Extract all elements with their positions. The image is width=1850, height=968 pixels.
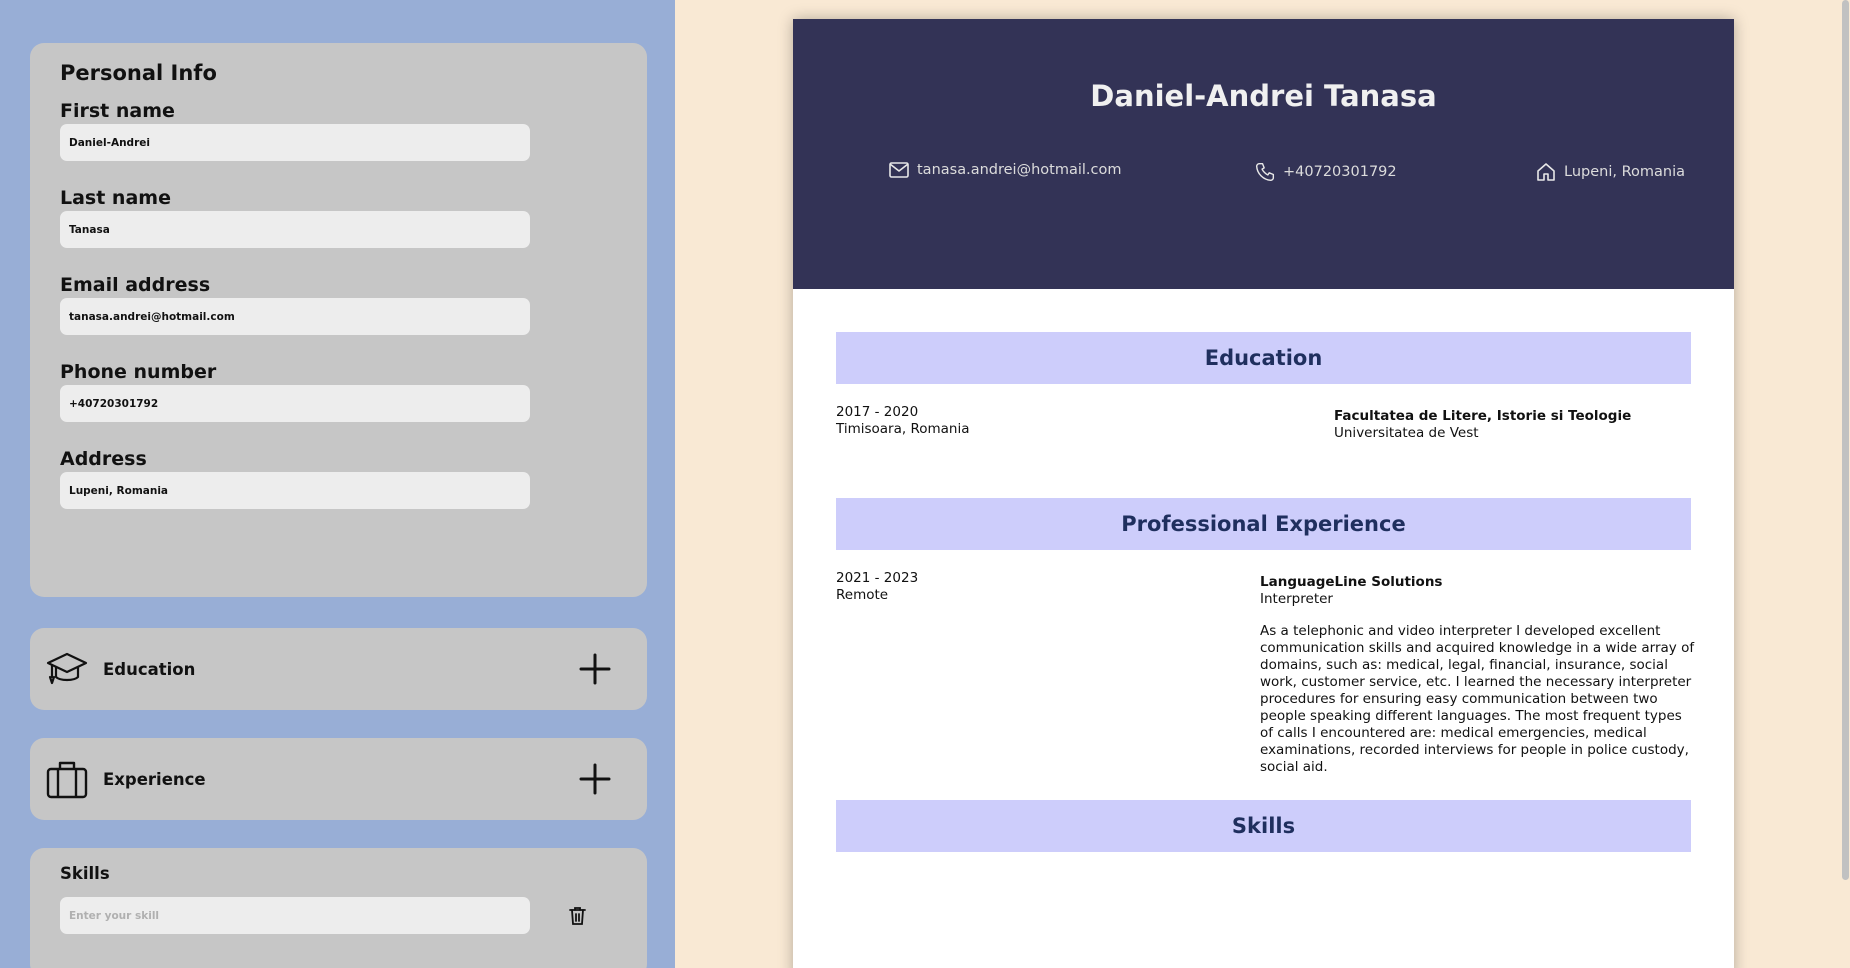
email-label: Email address [60,274,211,296]
resume-name: Daniel-Andrei Tanasa [1090,79,1437,113]
experience-heading: Professional Experience [836,498,1691,550]
resume-preview-area: Daniel-Andrei Tanasa tanasa.andrei@hotma… [675,0,1850,968]
address-label: Address [60,448,147,470]
personal-info-card: Personal Info First name Last name Email… [30,43,647,597]
education-heading: Education [836,332,1691,384]
contact-email-text: tanasa.andrei@hotmail.com [917,162,1122,178]
last-name-label: Last name [60,187,171,209]
trash-icon [568,906,586,925]
phone-label: Phone number [60,361,217,383]
last-name-group: Last name [60,187,617,248]
address-input[interactable] [60,472,530,509]
first-name-group: First name [60,100,617,161]
education-section-card[interactable]: Education [30,628,647,710]
contact-row: tanasa.andrei@hotmail.com +40720301792 L… [793,162,1734,192]
experience-description: As a telephonic and video interpreter I … [1260,623,1695,775]
contact-phone-text: +40720301792 [1283,164,1397,180]
graduation-cap-icon [45,647,89,691]
experience-position: Interpreter [1260,591,1333,607]
email-group: Email address [60,274,617,335]
experience-entry-right: LanguageLine Solutions Interpreter As a … [1260,574,1696,776]
app: Personal Info First name Last name Email… [0,0,1850,968]
contact-phone: +40720301792 [1255,162,1397,182]
email-input[interactable] [60,298,530,335]
experience-entry: 2021 - 2023 Remote LanguageLine Solution… [836,550,1694,800]
phone-input[interactable] [60,385,530,422]
delete-skill-button[interactable] [566,905,588,927]
add-experience-button[interactable] [573,757,617,801]
scrollbar-thumb[interactable] [1842,0,1849,880]
contact-email: tanasa.andrei@hotmail.com [889,162,1121,178]
resume-page: Daniel-Andrei Tanasa tanasa.andrei@hotma… [793,19,1734,968]
last-name-input[interactable] [60,211,530,248]
plus-icon [579,763,611,795]
education-entry-right: Facultatea de Litere, Istorie si Teologi… [1334,408,1631,442]
resume-header: Daniel-Andrei Tanasa tanasa.andrei@hotma… [793,19,1734,289]
education-university: Universitatea de Vest [1334,425,1479,441]
first-name-input[interactable] [60,124,530,161]
education-section-label: Education [103,659,196,679]
resume-body: Education 2017 - 2020 Timisoara, Romania… [793,289,1734,852]
add-education-button[interactable] [573,647,617,691]
phone-group: Phone number [60,361,617,422]
experience-years: 2021 - 2023 [836,570,919,586]
personal-info-title: Personal Info [60,61,217,85]
skills-heading: Skills [836,800,1691,852]
experience-entry-left: 2021 - 2023 Remote [836,570,918,604]
experience-section-card[interactable]: Experience [30,738,647,820]
education-entry-left: 2017 - 2020 Timisoara, Romania [836,404,970,438]
experience-location: Remote [836,587,889,603]
briefcase-icon [45,757,89,801]
skill-row [60,897,617,934]
phone-icon [1255,162,1275,182]
skills-card: Skills [30,848,647,968]
education-faculty: Facultatea de Litere, Istorie si Teologi… [1334,408,1632,424]
contact-address: Lupeni, Romania [1536,162,1685,182]
education-years: 2017 - 2020 [836,404,919,420]
experience-company: LanguageLine Solutions [1260,574,1443,590]
experience-section-label: Experience [103,769,206,789]
mail-icon [889,162,909,178]
editor-panel: Personal Info First name Last name Email… [0,0,675,968]
address-group: Address [60,448,617,509]
skill-input[interactable] [60,897,530,934]
home-icon [1537,163,1555,181]
contact-address-text: Lupeni, Romania [1564,164,1685,180]
skills-title: Skills [60,864,110,883]
education-location: Timisoara, Romania [836,421,970,437]
plus-icon [579,653,611,685]
page-scrollbar[interactable] [1840,0,1850,968]
education-entry: 2017 - 2020 Timisoara, Romania Facultate… [836,384,1691,498]
first-name-label: First name [60,100,175,122]
